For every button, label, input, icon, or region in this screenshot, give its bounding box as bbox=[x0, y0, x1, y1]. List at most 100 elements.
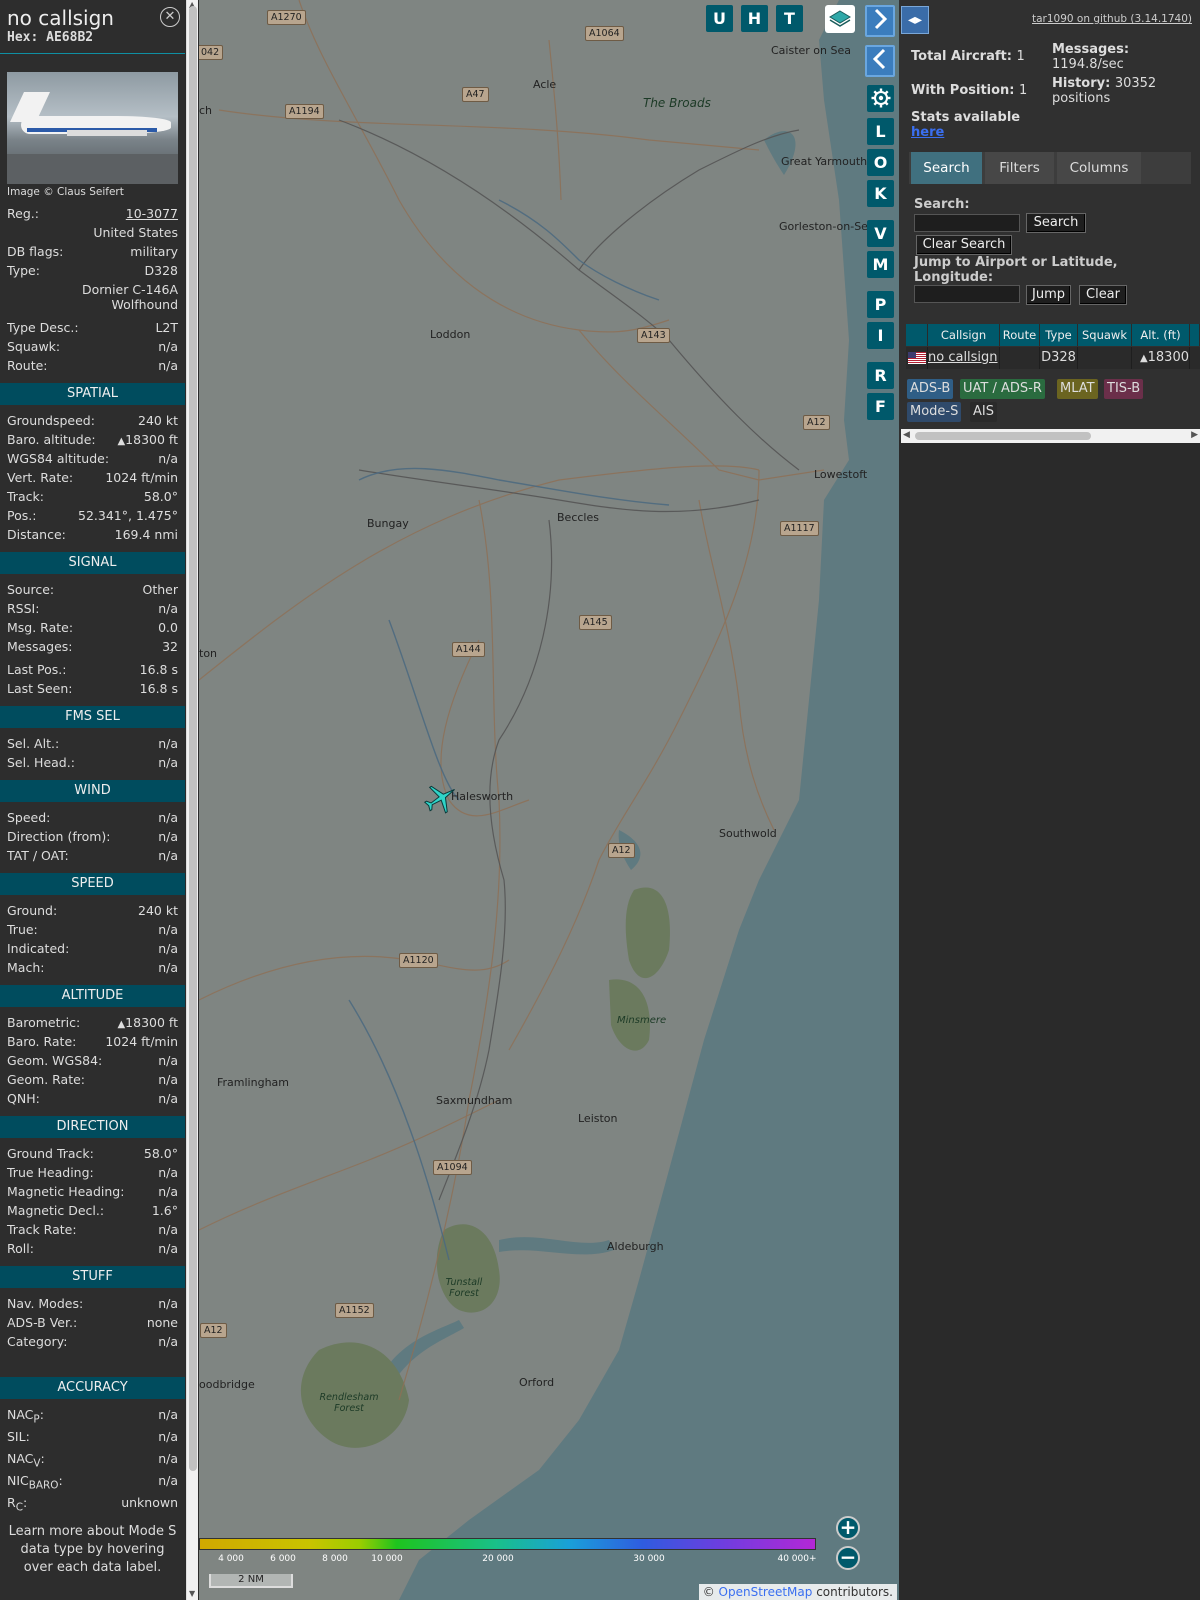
toggle-o-button[interactable]: O bbox=[867, 149, 894, 176]
search-button[interactable]: Search bbox=[1026, 213, 1086, 233]
zoom-out-button[interactable]: − bbox=[836, 1546, 860, 1570]
road-shield: A145 bbox=[579, 615, 612, 630]
badge-mlat: MLAT bbox=[1057, 379, 1098, 399]
chevron-right-icon bbox=[874, 8, 888, 30]
clear-button[interactable]: Clear bbox=[1079, 285, 1127, 305]
place-label: Halesworth bbox=[451, 790, 514, 803]
badge-uat: UAT / ADS-R bbox=[960, 379, 1045, 399]
place-label: Caister on Sea bbox=[771, 44, 851, 57]
badge-ais: AIS bbox=[970, 402, 997, 422]
road-shield: A1064 bbox=[585, 26, 624, 41]
section-signal: SIGNAL bbox=[0, 552, 185, 574]
place-label: oodbridge bbox=[199, 1378, 255, 1391]
toggle-p-button[interactable]: P bbox=[867, 291, 894, 318]
osm-link[interactable]: OpenStreetMap bbox=[719, 1585, 813, 1599]
image-credit: Image © Claus Seifert bbox=[7, 186, 124, 198]
aircraft-marker-icon[interactable] bbox=[423, 780, 459, 816]
stats-here-link[interactable]: here bbox=[911, 125, 1020, 140]
map-view[interactable]: The Broads Caister on Sea Acle Great Yar… bbox=[199, 0, 899, 1600]
type-name-row: Dornier C-146A Wolfhound bbox=[81, 282, 178, 312]
road-shield: A143 bbox=[637, 328, 670, 343]
clear-search-button[interactable]: Clear Search bbox=[916, 235, 1012, 255]
toggle-l-button[interactable]: L bbox=[867, 118, 894, 145]
road-shield: A1152 bbox=[335, 1303, 374, 1318]
badge-modes: Mode-S bbox=[907, 402, 962, 422]
row-squawk bbox=[1078, 347, 1132, 369]
aircraft-table-header: Callsign Route Type Squawk Alt. (ft) bbox=[906, 324, 1200, 346]
tab-filters[interactable]: Filters bbox=[985, 152, 1054, 184]
legend-tick: 40 000+ bbox=[777, 1554, 817, 1564]
col-route[interactable]: Route bbox=[1000, 324, 1040, 346]
jump-input[interactable] bbox=[914, 285, 1020, 303]
climb-arrow-icon: ▲ bbox=[1139, 353, 1148, 364]
tab-columns[interactable]: Columns bbox=[1057, 152, 1141, 184]
row-alt: 18300 bbox=[1147, 350, 1189, 365]
squawk-row: Squawk: n/a bbox=[7, 339, 178, 354]
legend-tick: 8 000 bbox=[322, 1554, 348, 1564]
row-route bbox=[1000, 347, 1040, 369]
settings-button[interactable] bbox=[867, 85, 894, 112]
road-shield: A1117 bbox=[780, 521, 819, 536]
stats-available: Stats available here bbox=[911, 110, 1021, 140]
aircraft-info-panel: no callsign Hex: AE68B2 ✕ Image © Claus … bbox=[0, 0, 185, 1600]
toggle-i-button[interactable]: I bbox=[867, 322, 894, 349]
selected-callsign: no callsign bbox=[7, 6, 114, 30]
toggle-f-button[interactable]: F bbox=[867, 393, 894, 420]
place-label: Great Yarmouth bbox=[781, 155, 868, 168]
aircraft-photo[interactable] bbox=[7, 72, 178, 184]
toggle-k-button[interactable]: K bbox=[867, 180, 894, 207]
place-label: The Broads bbox=[643, 96, 711, 110]
altitude-color-legend bbox=[199, 1538, 816, 1550]
toggle-m-button[interactable]: M bbox=[867, 251, 894, 278]
search-input[interactable] bbox=[914, 214, 1020, 232]
info-scrollbar[interactable]: ▲ ▼ bbox=[186, 0, 198, 1600]
place-label: Loddon bbox=[430, 328, 471, 341]
section-altitude: ALTITUDE bbox=[0, 985, 185, 1007]
zoom-in-button[interactable]: + bbox=[836, 1516, 860, 1540]
collapse-left-button[interactable] bbox=[865, 45, 895, 77]
github-link[interactable]: tar1090 on github (3.14.1740) bbox=[1032, 13, 1192, 25]
chevron-left-icon bbox=[872, 48, 886, 70]
col-alt[interactable]: Alt. (ft) bbox=[1132, 324, 1190, 346]
place-label: Framlingham bbox=[217, 1076, 289, 1089]
jump-label: Jump to Airport or Latitude, Longitude: bbox=[914, 255, 1118, 285]
col-callsign[interactable]: Callsign bbox=[928, 324, 1000, 346]
row-callsign[interactable]: no callsign bbox=[928, 347, 1000, 369]
jump-button[interactable]: Jump bbox=[1026, 285, 1071, 305]
road-shield: 042 bbox=[199, 45, 224, 60]
map-attribution: © OpenStreetMap contributors. bbox=[698, 1584, 897, 1600]
route-row: Route: n/a bbox=[7, 358, 178, 373]
us-flag-icon bbox=[908, 352, 926, 364]
right-sidebar: ◂▸ tar1090 on github (3.14.1740) Total A… bbox=[899, 0, 1200, 1600]
layers-button[interactable] bbox=[825, 5, 855, 33]
row-type: D328 bbox=[1040, 347, 1078, 369]
place-label: Leiston bbox=[578, 1112, 618, 1125]
total-aircraft-stat: Total Aircraft: 1 bbox=[911, 49, 1025, 64]
messages-stat: Messages: 1194.8/sec bbox=[1052, 42, 1130, 72]
toggle-u-button[interactable]: U bbox=[706, 5, 733, 32]
toggle-h-button[interactable]: H bbox=[741, 5, 768, 32]
toggle-v-button[interactable]: V bbox=[867, 220, 894, 247]
col-type[interactable]: Type bbox=[1040, 324, 1078, 346]
road-shield: A144 bbox=[452, 642, 485, 657]
section-stuff: STUFF bbox=[0, 1266, 185, 1288]
expand-right-button[interactable] bbox=[865, 5, 895, 37]
place-label: ton bbox=[199, 647, 218, 660]
road-shield: A1194 bbox=[285, 104, 324, 119]
tab-search[interactable]: Search bbox=[911, 152, 982, 184]
registration-link[interactable]: 10-3077 bbox=[126, 204, 178, 223]
place-label: Aldeburgh bbox=[607, 1240, 664, 1253]
table-row[interactable]: no callsign D328 ▲18300 bbox=[906, 347, 1200, 369]
sidebar-toggle-button[interactable]: ◂▸ bbox=[901, 6, 929, 34]
close-info-icon[interactable]: ✕ bbox=[160, 7, 180, 27]
legend-tick: 4 000 bbox=[218, 1554, 244, 1564]
road-shield: A12 bbox=[803, 415, 830, 430]
place-label: Orford bbox=[519, 1376, 555, 1389]
place-label: Southwold bbox=[719, 827, 777, 840]
selected-hex: Hex: AE68B2 bbox=[7, 30, 94, 45]
col-squawk[interactable]: Squawk bbox=[1078, 324, 1132, 346]
place-label: Tunstall Forest bbox=[445, 1277, 483, 1299]
table-horizontal-scrollbar[interactable]: ◀ ▶ bbox=[901, 429, 1200, 443]
toggle-t-button[interactable]: T bbox=[776, 5, 803, 32]
toggle-r-button[interactable]: R bbox=[867, 362, 894, 389]
